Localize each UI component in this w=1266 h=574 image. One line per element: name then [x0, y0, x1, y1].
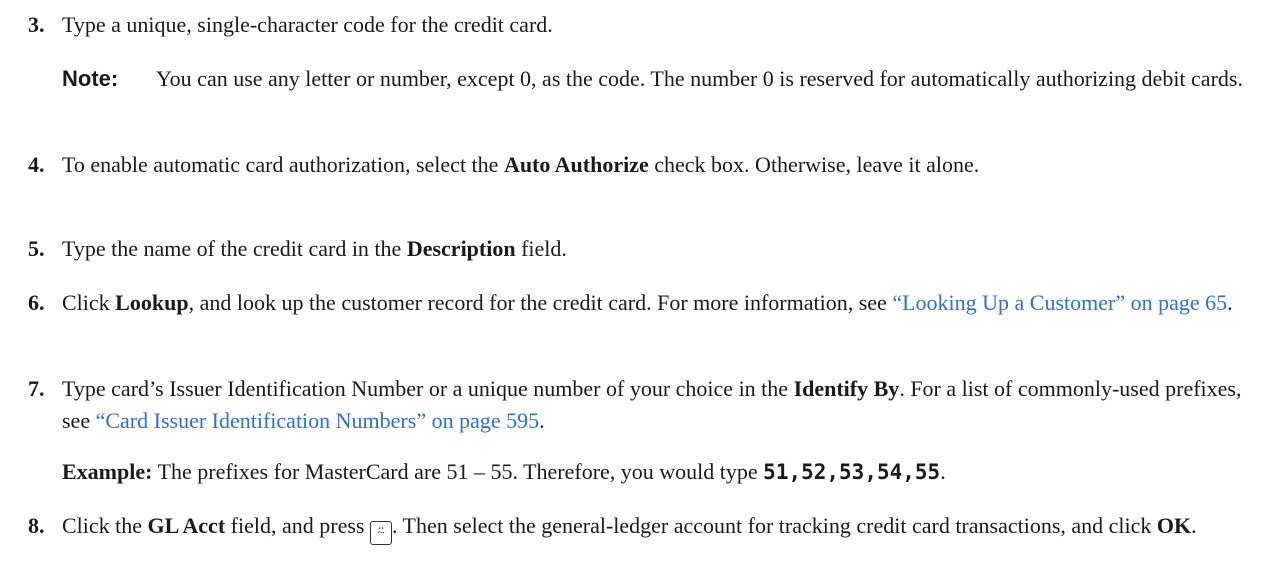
note: Note: You can use any letter or number, … [62, 63, 1246, 95]
step-8: 8. Click the GL Acct field, and press ⍨.… [28, 510, 1246, 545]
step-number: 8. [28, 513, 45, 538]
step-number: 5. [28, 236, 45, 261]
step-number: 7. [28, 376, 45, 401]
step-text: Click Lookup, and look up the customer r… [62, 290, 1233, 315]
ui-term: Identify By [793, 376, 900, 401]
step-4: 4. To enable automatic card authorizatio… [28, 149, 1246, 181]
step-6: 6. Click Lookup, and look up the custome… [28, 287, 1246, 319]
ui-term: Description [406, 236, 516, 261]
step-text: To enable automatic card authorization, … [62, 152, 980, 177]
step-number: 4. [28, 152, 45, 177]
step-text: Click the GL Acct field, and press ⍨. Th… [62, 510, 1246, 545]
note-label: Note: [62, 66, 119, 91]
lookup-key-icon: ⍨ [369, 521, 392, 545]
example-code: 51,52,53,54,55 [763, 460, 941, 484]
example-text: The prefixes for MasterCard are 51 – 55.… [152, 459, 764, 484]
note-text: You can use any letter or number, except… [156, 66, 1243, 91]
step-3: 3. Type a unique, single-character code … [28, 9, 1246, 41]
ui-term: Lookup [115, 290, 189, 315]
step-7: 7. Type card’s Issuer Identification Num… [28, 373, 1246, 437]
step-text: Type card’s Issuer Identification Number… [62, 376, 1242, 433]
ui-term: OK [1156, 513, 1192, 538]
cross-reference-link[interactable]: “Looking Up a Customer” on page 65 [892, 290, 1227, 315]
step-number: 3. [28, 12, 45, 37]
cross-reference-link[interactable]: “Card Issuer Identification Numbers” on … [96, 408, 540, 433]
step-text: Type the name of the credit card in the … [62, 236, 567, 261]
step-text: Type a unique, single-character code for… [62, 12, 553, 37]
ui-term: Auto Authorize [503, 152, 649, 177]
example: Example: The prefixes for MasterCard are… [62, 459, 946, 484]
example-label: Example: [62, 459, 153, 484]
ui-term: GL Acct [147, 513, 226, 538]
step-5: 5. Type the name of the credit card in t… [28, 233, 1246, 265]
step-number: 6. [28, 290, 45, 315]
